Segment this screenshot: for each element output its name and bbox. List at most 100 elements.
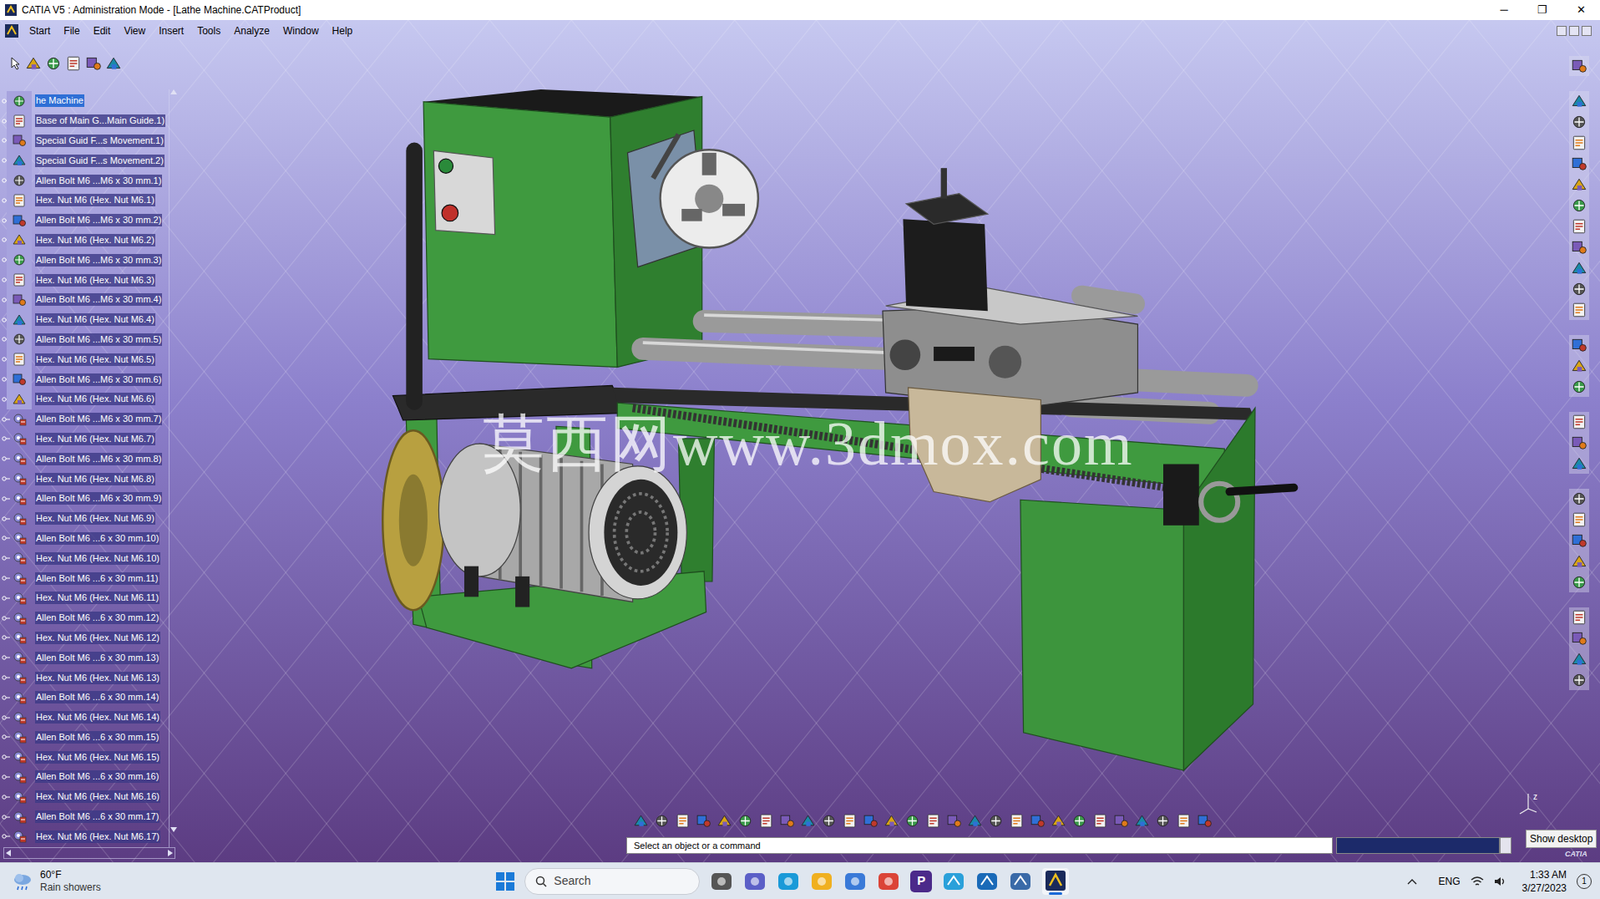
tree-item[interactable]: Allen Bolt M6 ...6 x 30 mm.11) xyxy=(0,567,168,588)
tool-icon[interactable] xyxy=(1570,280,1588,298)
taskbar-app-icon[interactable] xyxy=(843,869,867,893)
tool-icon[interactable] xyxy=(11,351,27,367)
tree-item[interactable]: Hex. Nut M6 (Hex. Nut M6.11) xyxy=(0,587,168,608)
tool-icon[interactable] xyxy=(1175,812,1192,829)
tray-overflow-icon[interactable] xyxy=(1407,877,1418,885)
tree-horizontal-scrollbar[interactable] xyxy=(3,846,176,859)
tree-item[interactable]: Allen Bolt M6 ...M6 x 30 mm.8) xyxy=(0,448,168,469)
tree-item[interactable]: Allen Bolt M6 ...6 x 30 mm.13) xyxy=(0,647,168,668)
tree-item[interactable]: Allen Bolt M6 ...6 x 30 mm.17) xyxy=(0,806,168,827)
taskbar-app-icon[interactable] xyxy=(709,869,734,893)
tool-icon[interactable] xyxy=(1570,552,1588,570)
tool-icon[interactable] xyxy=(1570,455,1588,472)
tool-icon[interactable] xyxy=(1092,812,1109,829)
scroll-right-icon[interactable] xyxy=(167,849,173,856)
tool-icon[interactable] xyxy=(11,292,27,308)
command-button[interactable] xyxy=(1499,836,1512,854)
tree-item[interactable]: Allen Bolt M6 ...6 x 30 mm.12) xyxy=(0,607,168,628)
tool-icon[interactable] xyxy=(1570,531,1588,549)
menu-item[interactable]: View xyxy=(116,23,152,39)
tree-item-label[interactable]: Allen Bolt M6 ...M6 x 30 mm.6) xyxy=(35,373,163,386)
window-control-button[interactable]: ─ xyxy=(1484,0,1524,21)
tree-item-label[interactable]: Hex. Nut M6 (Hex. Nut M6.10) xyxy=(35,551,161,565)
scroll-left-icon[interactable] xyxy=(5,849,11,856)
tree-item[interactable]: Hex. Nut M6 (Hex. Nut M6.7) xyxy=(0,429,168,450)
tool-icon[interactable] xyxy=(11,172,27,188)
taskbar-app-icon[interactable] xyxy=(1008,869,1033,893)
tree-item-label[interactable]: Allen Bolt M6 ...M6 x 30 mm.9) xyxy=(35,491,163,505)
menu-item[interactable]: Help xyxy=(325,23,360,39)
tree-item-label[interactable]: Hex. Nut M6 (Hex. Nut M6.17) xyxy=(35,830,161,843)
tool-icon[interactable] xyxy=(1570,357,1588,375)
catia-logo-icon[interactable] xyxy=(5,24,19,38)
tree-item-label[interactable]: Hex. Nut M6 (Hex. Nut M6.11) xyxy=(35,591,160,604)
lathe-model[interactable] xyxy=(382,89,1294,770)
tool-icon[interactable] xyxy=(1050,812,1067,829)
tool-icon[interactable] xyxy=(946,812,963,829)
tool-icon[interactable] xyxy=(1570,197,1588,214)
tool-icon[interactable] xyxy=(1570,238,1588,256)
tree-vertical-scrollbar[interactable] xyxy=(168,89,178,847)
tool-icon[interactable] xyxy=(1570,671,1588,689)
tree-item-label[interactable]: Allen Bolt M6 ...M6 x 30 mm.8) xyxy=(35,452,163,466)
tree-item-label[interactable]: Hex. Nut M6 (Hex. Nut M6.8) xyxy=(35,472,156,486)
tree-item-label[interactable]: Allen Bolt M6 ...6 x 30 mm.16) xyxy=(35,769,160,783)
scroll-down-icon[interactable] xyxy=(170,826,178,832)
taskbar-app-icon[interactable] xyxy=(776,869,800,893)
tree-item[interactable]: Hex. Nut M6 (Hex. Nut M6.10) xyxy=(0,547,168,568)
tree-item-label[interactable]: Hex. Nut M6 (Hex. Nut M6.9) xyxy=(35,511,156,525)
tree-item-label[interactable]: Allen Bolt M6 ...6 x 30 mm.15) xyxy=(35,730,160,744)
tool-icon[interactable] xyxy=(1570,413,1588,431)
tool-icon[interactable] xyxy=(11,312,27,328)
tool-icon[interactable] xyxy=(737,812,754,829)
tool-icon[interactable] xyxy=(1570,176,1588,193)
document-control-icon[interactable] xyxy=(1556,25,1567,36)
tree-item-label[interactable]: Hex. Nut M6 (Hex. Nut M6.1) xyxy=(35,193,156,207)
menu-item[interactable]: Edit xyxy=(86,23,118,39)
tool-icon[interactable] xyxy=(105,55,122,72)
weather-widget[interactable]: 60°FRain showers xyxy=(0,868,251,894)
tree-item-label[interactable]: Allen Bolt M6 ...M6 x 30 mm.4) xyxy=(35,293,163,306)
tool-icon[interactable] xyxy=(11,93,27,109)
menu-item[interactable]: Tools xyxy=(190,23,228,39)
tree-item-label[interactable]: Hex. Nut M6 (Hex. Nut M6.15) xyxy=(35,750,161,764)
tree-item-label[interactable]: Hex. Nut M6 (Hex. Nut M6.16) xyxy=(35,789,161,803)
tool-icon[interactable] xyxy=(1570,378,1588,395)
tool-icon[interactable] xyxy=(758,812,775,829)
tree-item-label[interactable]: Hex. Nut M6 (Hex. Nut M6.12) xyxy=(35,631,161,644)
taskbar-search[interactable]: Search xyxy=(524,867,700,895)
notification-badge[interactable]: 1 xyxy=(1576,873,1592,889)
tree-item-label[interactable]: Base of Main G...Main Guide.1) xyxy=(35,114,166,127)
tool-icon[interactable] xyxy=(716,812,733,829)
tree-item[interactable]: Allen Bolt M6 ...M6 x 30 mm.9) xyxy=(0,488,168,509)
document-control-icon[interactable] xyxy=(1569,25,1580,36)
tool-icon[interactable] xyxy=(45,55,62,72)
menu-item[interactable]: Start xyxy=(22,23,57,39)
tree-item-label[interactable]: Hex. Nut M6 (Hex. Nut M6.14) xyxy=(35,710,161,724)
select-arrow-icon[interactable] xyxy=(10,55,22,71)
tree-item[interactable]: Hex. Nut M6 (Hex. Nut M6.8) xyxy=(0,468,168,489)
tool-icon[interactable] xyxy=(1570,134,1588,152)
tree-item[interactable]: Allen Bolt M6 ...6 x 30 mm.10) xyxy=(0,528,168,549)
tree-item-label[interactable]: Allen Bolt M6 ...M6 x 30 mm.1) xyxy=(35,174,163,188)
tool-icon[interactable] xyxy=(1570,434,1588,451)
tree-item-label[interactable]: Allen Bolt M6 ...6 x 30 mm.10) xyxy=(35,531,160,545)
menu-item[interactable]: Window xyxy=(276,23,326,39)
tool-icon[interactable] xyxy=(11,331,27,347)
tool-icon[interactable] xyxy=(800,812,816,829)
tool-icon[interactable] xyxy=(1570,650,1588,668)
taskbar-app-icon[interactable] xyxy=(975,869,999,893)
tool-icon[interactable] xyxy=(820,812,837,829)
tree-item-label[interactable]: Allen Bolt M6 ...M6 x 30 mm.3) xyxy=(35,253,163,267)
tree-item-label[interactable]: Hex. Nut M6 (Hex. Nut M6.4) xyxy=(35,313,156,326)
tree-item[interactable]: Hex. Nut M6 (Hex. Nut M6.13) xyxy=(0,667,168,688)
wifi-icon[interactable] xyxy=(1470,875,1484,887)
tool-icon[interactable] xyxy=(967,812,983,829)
taskbar-app-icon[interactable] xyxy=(743,869,767,893)
document-control-icon[interactable] xyxy=(1581,25,1592,36)
tool-icon[interactable] xyxy=(1008,812,1025,829)
tool-icon[interactable] xyxy=(11,391,27,407)
tree-item-label[interactable]: Hex. Nut M6 (Hex. Nut M6.13) xyxy=(35,671,161,684)
tool-icon[interactable] xyxy=(1570,92,1588,110)
tool-icon[interactable] xyxy=(11,113,27,129)
